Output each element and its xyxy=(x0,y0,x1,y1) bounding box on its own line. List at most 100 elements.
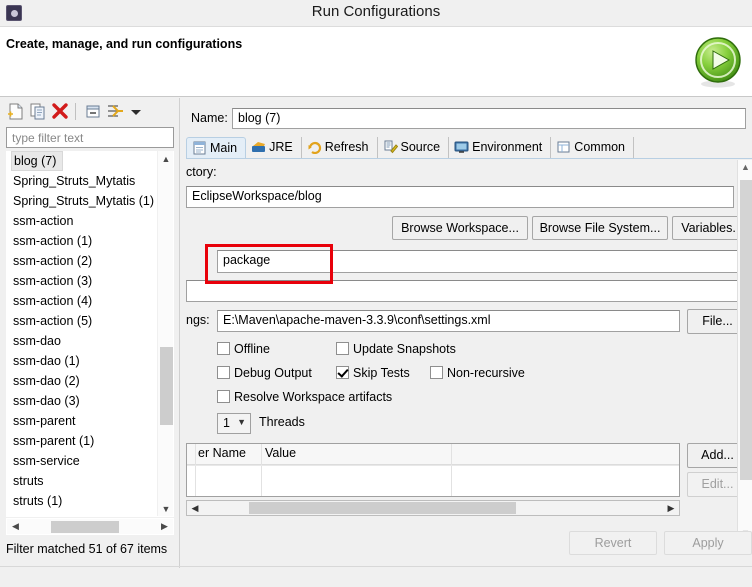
window-title: Run Configurations xyxy=(311,3,441,20)
name-input-value: blog (7) xyxy=(238,111,281,125)
profiles-input[interactable] xyxy=(186,280,748,302)
non-recursive-checkbox[interactable]: Non-recursive xyxy=(430,366,525,380)
scroll-left-icon[interactable]: ◀ xyxy=(188,501,202,515)
list-item[interactable]: blog (7) xyxy=(11,151,64,171)
tab-jre[interactable]: JRE xyxy=(246,137,302,159)
goals-value: package xyxy=(223,253,271,267)
common-tab-icon xyxy=(556,140,571,154)
hscrollbar-thumb[interactable] xyxy=(249,502,516,514)
browse-file-system-button[interactable]: Browse File System... xyxy=(532,216,668,240)
offline-checkbox-label: Offline xyxy=(234,342,270,356)
refresh-tab-icon xyxy=(307,140,322,155)
base-directory-input[interactable]: EclipseWorkspace/blog xyxy=(186,186,734,208)
name-input[interactable]: blog (7) xyxy=(232,108,746,129)
list-item[interactable]: ssm-service xyxy=(7,451,159,471)
settings-input[interactable]: E:\Maven\apache-maven-3.3.9\conf\setting… xyxy=(217,310,680,332)
list-item[interactable]: struts xyxy=(7,471,159,491)
parameters-table[interactable]: er Name Value xyxy=(186,443,680,497)
search-input[interactable]: type filter text xyxy=(6,127,174,148)
list-item[interactable]: Spring_Struts_Mytatis xyxy=(7,171,159,191)
tab-refresh[interactable]: Refresh xyxy=(301,137,378,159)
threads-select[interactable]: 1 ▼ xyxy=(217,413,251,434)
debug-output-checkbox-label: Debug Output xyxy=(234,366,312,380)
list-item[interactable]: ssm-action (3) xyxy=(7,271,159,291)
tab-source[interactable]: Source xyxy=(377,137,450,159)
update-snapshots-checkbox[interactable]: Update Snapshots xyxy=(336,342,456,356)
collapse-all-icon[interactable] xyxy=(83,102,103,121)
list-item[interactable]: ssm-action (4) xyxy=(7,291,159,311)
configurations-panel: type filter text blog (7) Spring_Struts_M… xyxy=(0,98,182,568)
scroll-up-icon[interactable]: ▲ xyxy=(158,151,173,167)
hscrollbar-thumb[interactable] xyxy=(51,521,119,533)
list-item[interactable]: ssm-parent (1) xyxy=(7,431,159,451)
tab-main[interactable]: Main xyxy=(186,137,247,159)
skip-tests-checkbox-label: Skip Tests xyxy=(353,366,410,380)
list-item[interactable]: ssm-dao (2) xyxy=(7,371,159,391)
list-item[interactable]: ssm-action (2) xyxy=(7,251,159,271)
update-snapshots-checkbox-label: Update Snapshots xyxy=(353,342,456,356)
parameters-table-col-name: er Name xyxy=(198,446,246,460)
scroll-right-icon[interactable]: ▶ xyxy=(157,519,172,534)
list-item[interactable]: ssm-parent xyxy=(7,411,159,431)
main-tab-icon xyxy=(192,141,207,155)
column-separator xyxy=(261,444,262,496)
chevron-down-icon[interactable] xyxy=(126,102,146,121)
run-configurations-dialog: Run Configurations Create, manage, and r… xyxy=(0,0,752,587)
list-item[interactable]: Spring_Struts_Mytatis (1) xyxy=(7,191,159,211)
tab-common[interactable]: Common xyxy=(551,137,635,159)
scrollbar-thumb[interactable] xyxy=(160,347,173,425)
browse-workspace-button[interactable]: Browse Workspace... xyxy=(392,216,528,240)
configurations-list-vertical-scrollbar[interactable]: ▲ ▼ xyxy=(157,151,173,516)
list-item[interactable]: ssm-dao xyxy=(7,331,159,351)
environment-tab-icon xyxy=(454,140,469,154)
red-x-delete-icon[interactable] xyxy=(50,102,70,121)
footer-divider xyxy=(0,566,752,567)
scroll-up-icon[interactable]: ▲ xyxy=(738,160,752,174)
threads-select-value: 1 xyxy=(223,416,230,430)
resolve-workspace-artifacts-checkbox-label: Resolve Workspace artifacts xyxy=(234,390,393,404)
scroll-down-icon[interactable]: ▼ xyxy=(158,501,173,516)
configurations-list[interactable]: blog (7) Spring_Struts_Mytatis Spring_Stru… xyxy=(6,151,174,517)
parameters-table-col-value: Value xyxy=(265,446,297,460)
jre-tab-icon xyxy=(251,140,266,154)
settings-value: E:\Maven\apache-maven-3.3.9\conf\setting… xyxy=(223,313,491,327)
debug-output-checkbox[interactable]: Debug Output xyxy=(217,366,312,380)
goals-input[interactable]: package xyxy=(217,250,748,273)
new-document-icon[interactable] xyxy=(6,102,26,121)
tab-label: Main xyxy=(210,141,238,155)
scroll-right-icon[interactable]: ▶ xyxy=(664,501,678,515)
configuration-editor: Name: blog (7) Main JRE Refresh Source Envir… xyxy=(184,98,752,587)
apply-button: Apply xyxy=(664,531,752,555)
column-separator xyxy=(451,444,452,496)
toolbar-separator xyxy=(75,103,76,120)
list-item[interactable]: ssm-dao (3) xyxy=(7,391,159,411)
resolve-workspace-artifacts-checkbox[interactable]: Resolve Workspace artifacts xyxy=(217,390,392,404)
list-item[interactable]: ssm-action (1) xyxy=(7,231,159,251)
filter-status-text: Filter matched 51 of 67 items xyxy=(6,542,168,556)
configurations-list-items: blog (7) Spring_Struts_Mytatis Spring_Stru… xyxy=(7,151,159,516)
filter-icon[interactable] xyxy=(105,102,125,121)
threads-label: Threads xyxy=(259,415,305,429)
skip-tests-checkbox[interactable]: Skip Tests xyxy=(336,366,410,380)
green-run-play-icon xyxy=(691,35,745,89)
tab-label: Environment xyxy=(472,140,543,154)
configurations-list-horizontal-scrollbar[interactable]: ◀ ▶ xyxy=(6,518,174,535)
list-item[interactable]: struts (1) xyxy=(7,491,159,511)
tab-environment[interactable]: Environment xyxy=(449,137,552,159)
main-tab-vertical-scrollbar[interactable]: ▲ ▼ xyxy=(737,160,752,540)
copy-icon[interactable] xyxy=(28,102,48,121)
non-recursive-checkbox-box xyxy=(430,366,443,379)
list-item[interactable]: ssm-action (5) xyxy=(7,311,159,331)
offline-checkbox[interactable]: Offline xyxy=(217,342,270,356)
chevron-down-icon: ▼ xyxy=(237,417,246,427)
scroll-left-icon[interactable]: ◀ xyxy=(8,519,23,534)
offline-checkbox-box xyxy=(217,342,230,355)
list-item[interactable]: ssm-dao (1) xyxy=(7,351,159,371)
debug-output-checkbox-box xyxy=(217,366,230,379)
dialog-body: type filter text blog (7) Spring_Struts_M… xyxy=(0,98,752,587)
list-item[interactable]: ssm-action xyxy=(7,211,159,231)
parameters-table-horizontal-scrollbar[interactable]: ◀ ▶ xyxy=(186,500,680,516)
resolve-workspace-artifacts-checkbox-box xyxy=(217,390,230,403)
revert-button: Revert xyxy=(569,531,657,555)
scrollbar-thumb[interactable] xyxy=(740,180,752,480)
